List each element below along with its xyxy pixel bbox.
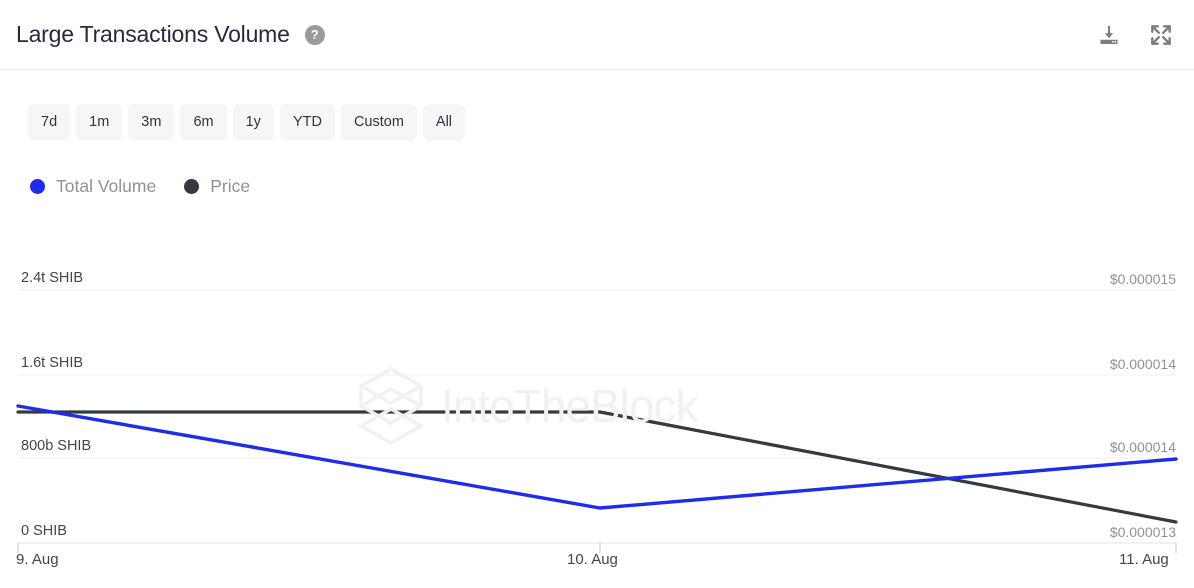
help-icon[interactable]: ? — [304, 24, 325, 45]
legend-dot-price — [184, 179, 200, 194]
y2tick-label-0: $0.000015 — [1109, 271, 1176, 287]
chart-legend: Total Volume Price — [30, 176, 250, 197]
xtick-label-1: 10. Aug — [567, 551, 618, 568]
range-button-3m[interactable]: 3m — [128, 104, 175, 140]
range-button-custom[interactable]: Custom — [340, 104, 417, 140]
y2tick-label-1: $0.000014 — [1109, 356, 1176, 372]
fullscreen-icon[interactable] — [1148, 22, 1174, 48]
ytick-label-1: 1.6t SHIB — [21, 355, 84, 371]
y2tick-label-3: $0.000013 — [1109, 524, 1176, 540]
download-icon[interactable] — [1096, 22, 1122, 48]
time-range-selector: 7d 1m 3m 6m 1y YTD Custom All — [28, 104, 466, 140]
range-button-ytd[interactable]: YTD — [279, 104, 335, 140]
ytick-label-3: 0 SHIB — [21, 523, 67, 539]
ytick-label-0: 2.4t SHIB — [21, 270, 84, 286]
legend-item-price[interactable]: Price — [184, 176, 250, 197]
xtick-label-0: 9. Aug — [16, 551, 59, 568]
chart-svg — [16, 289, 1178, 553]
widget-header: Large Transactions Volume ? — [0, 0, 1194, 70]
ytick-label-2: 800b SHIB — [21, 438, 92, 454]
page-title: Large Transactions Volume — [16, 21, 290, 47]
range-button-1m[interactable]: 1m — [76, 104, 123, 140]
header-actions — [1096, 22, 1174, 48]
chart-plot-area: IntoTheBlock 2.4t SHIB 1.6t SHIB 800b SH… — [0, 255, 1194, 588]
series-line-total-volume — [16, 404, 1178, 510]
range-button-7d[interactable]: 7d — [28, 104, 71, 140]
legend-dot-total-volume — [30, 179, 45, 194]
y2tick-label-2: $0.000014 — [1109, 439, 1176, 455]
chart-widget: Large Transactions Volume ? 7d 1m 3m 6m … — [0, 0, 1194, 588]
range-button-all[interactable]: All — [422, 104, 466, 140]
range-button-1y[interactable]: 1y — [232, 104, 274, 140]
series-line-price — [16, 410, 1178, 524]
range-button-6m[interactable]: 6m — [180, 104, 227, 140]
legend-label-total-volume: Total Volume — [56, 176, 157, 196]
legend-label-price: Price — [210, 176, 251, 196]
legend-item-total-volume[interactable]: Total Volume — [30, 176, 156, 197]
xtick-label-2: 11. Aug — [1119, 551, 1169, 568]
